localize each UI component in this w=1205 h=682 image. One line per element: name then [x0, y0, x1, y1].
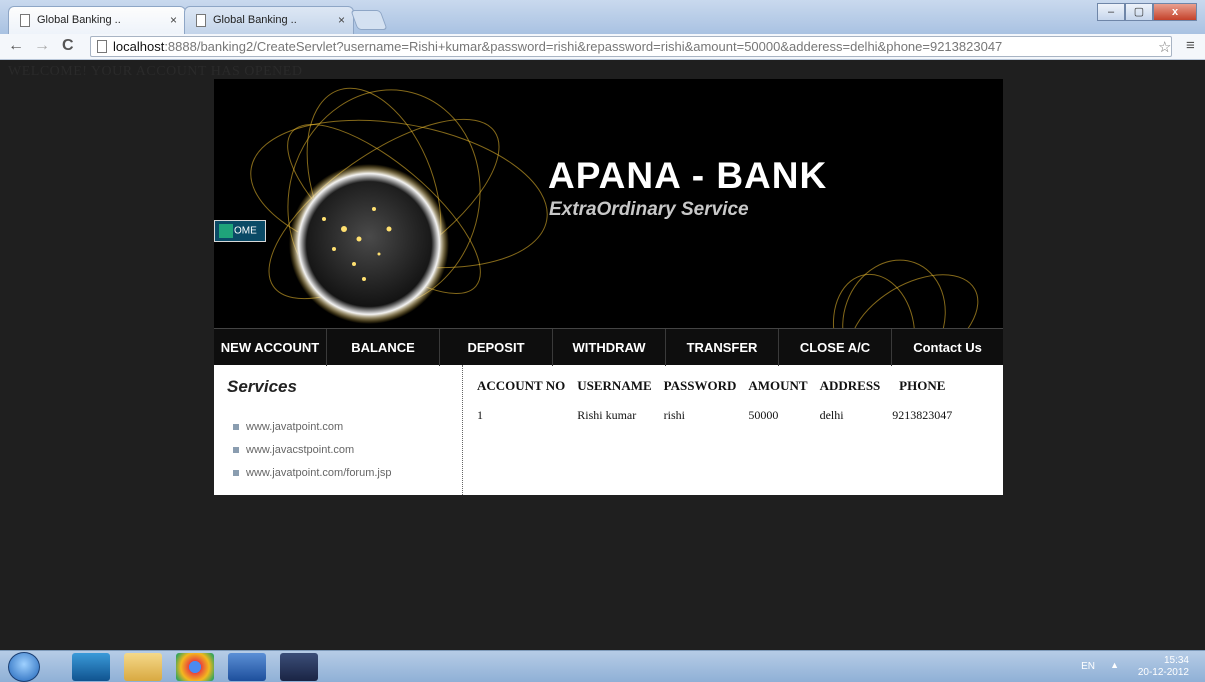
- account-table: ACCOUNT NO USERNAME PASSWORD AMOUNT ADDR…: [471, 375, 958, 423]
- nav-close-ac[interactable]: CLOSE A/C: [779, 329, 892, 366]
- cell-phone: 9213823047: [892, 408, 953, 422]
- close-window-button[interactable]: x: [1153, 3, 1197, 21]
- header-username: USERNAME: [577, 378, 652, 393]
- tray-expand-icon[interactable]: ▲: [1110, 660, 1119, 670]
- chrome-icon[interactable]: [176, 653, 214, 681]
- bullet-icon: [233, 424, 239, 430]
- nav-withdraw[interactable]: WITHDRAW: [553, 329, 666, 366]
- header-address: ADDRESS: [819, 378, 881, 393]
- clock-time: 15:34: [1163, 655, 1189, 666]
- minimize-button[interactable]: –: [1097, 3, 1125, 21]
- tab-title: Global Banking ..: [213, 14, 297, 26]
- page-icon: [196, 14, 206, 27]
- service-link[interactable]: www.javatpoint.com: [227, 421, 462, 433]
- cell-username: Rishi kumar: [577, 408, 637, 422]
- home-button[interactable]: OME: [214, 220, 266, 242]
- tray-clock[interactable]: 15:34 20-12-2012: [1138, 655, 1189, 679]
- content-area: Services www.javatpoint.com www.javacstp…: [214, 365, 1003, 495]
- tab-global-banking-1[interactable]: Global Banking .. ×: [8, 6, 186, 34]
- main-nav: NEW ACCOUNT BALANCE DEPOSIT WITHDRAW TRA…: [214, 328, 1003, 366]
- clock-date: 20-12-2012: [1137, 667, 1189, 678]
- new-tab-button[interactable]: [350, 10, 388, 30]
- cell-password: rishi: [663, 408, 685, 422]
- account-table-wrap: ACCOUNT NO USERNAME PASSWORD AMOUNT ADDR…: [463, 365, 958, 495]
- bullet-icon: [233, 470, 239, 476]
- header-password: PASSWORD: [663, 378, 737, 393]
- cell-account-no: 1: [477, 408, 483, 422]
- nav-balance[interactable]: BALANCE: [327, 329, 440, 366]
- tab-close-icon[interactable]: ×: [170, 13, 177, 27]
- tab-close-icon[interactable]: ×: [338, 13, 345, 27]
- windows-taskbar: EN ▲ 15:34 20-12-2012: [0, 650, 1205, 682]
- home-icon: [219, 224, 233, 238]
- chrome-menu-icon[interactable]: ≡: [1186, 37, 1195, 54]
- page-icon: [97, 40, 107, 53]
- cell-address: delhi: [819, 408, 844, 422]
- reload-icon[interactable]: C: [62, 37, 74, 55]
- language-indicator[interactable]: EN: [1081, 661, 1095, 672]
- bookmark-star-icon[interactable]: ☆: [1158, 38, 1171, 56]
- back-icon[interactable]: ←: [8, 37, 24, 55]
- windows-start-icon[interactable]: [8, 652, 40, 682]
- word-icon[interactable]: [228, 653, 266, 681]
- window-controls: – ▢ x: [1097, 3, 1197, 21]
- service-link-text[interactable]: www.javatpoint.com: [246, 421, 343, 433]
- outlook-icon[interactable]: [72, 653, 110, 681]
- service-link-text[interactable]: www.javatpoint.com/forum.jsp: [246, 467, 392, 479]
- nav-transfer[interactable]: TRANSFER: [666, 329, 779, 366]
- address-bar[interactable]: localhost:8888/banking2/CreateServlet?us…: [90, 36, 1172, 57]
- file-explorer-icon[interactable]: [124, 653, 162, 681]
- table-row: 1 Rishi kumar rishi 50000 delhi 92138230…: [471, 397, 958, 423]
- welcome-message: WELCOME! YOUR ACCOUNT HAS OPENED: [8, 64, 303, 79]
- banner: APANA - BANK ExtraOrdinary Service OME: [214, 79, 1003, 328]
- header-account-no: ACCOUNT NO: [477, 378, 566, 393]
- service-link[interactable]: www.javatpoint.com/forum.jsp: [227, 467, 462, 479]
- bank-subtitle: ExtraOrdinary Service: [549, 199, 749, 220]
- bullet-icon: [233, 447, 239, 453]
- page-icon: [20, 14, 30, 27]
- tab-global-banking-2[interactable]: Global Banking .. ×: [184, 6, 354, 34]
- header-amount: AMOUNT: [748, 378, 808, 393]
- header-phone: PHONE: [899, 378, 946, 393]
- service-link-text[interactable]: www.javacstpoint.com: [246, 444, 354, 456]
- home-label: OME: [234, 225, 257, 237]
- nav-deposit[interactable]: DEPOSIT: [440, 329, 553, 366]
- nav-contact-us[interactable]: Contact Us: [892, 329, 1003, 366]
- maximize-button[interactable]: ▢: [1125, 3, 1153, 21]
- browser-toolbar: ← → C localhost:8888/banking2/CreateServ…: [0, 34, 1205, 60]
- services-title: Services: [227, 377, 297, 396]
- nav-new-account[interactable]: NEW ACCOUNT: [214, 329, 327, 366]
- tab-title: Global Banking ..: [37, 14, 121, 26]
- services-sidebar: Services www.javatpoint.com www.javacstp…: [214, 365, 463, 495]
- url-path: :8888/banking2/CreateServlet?username=Ri…: [164, 39, 1003, 54]
- url-host: localhost: [113, 39, 165, 54]
- cell-amount: 50000: [748, 408, 779, 422]
- browser-tab-strip: Global Banking .. × Global Banking .. × …: [0, 0, 1205, 34]
- bank-title: APANA - BANK: [548, 155, 828, 196]
- forward-icon[interactable]: →: [34, 37, 50, 55]
- eclipse-icon[interactable]: [280, 653, 318, 681]
- service-link[interactable]: www.javacstpoint.com: [227, 444, 462, 456]
- bank-site: APANA - BANK ExtraOrdinary Service OME N…: [214, 79, 1003, 495]
- table-header-row: ACCOUNT NO USERNAME PASSWORD AMOUNT ADDR…: [471, 375, 958, 397]
